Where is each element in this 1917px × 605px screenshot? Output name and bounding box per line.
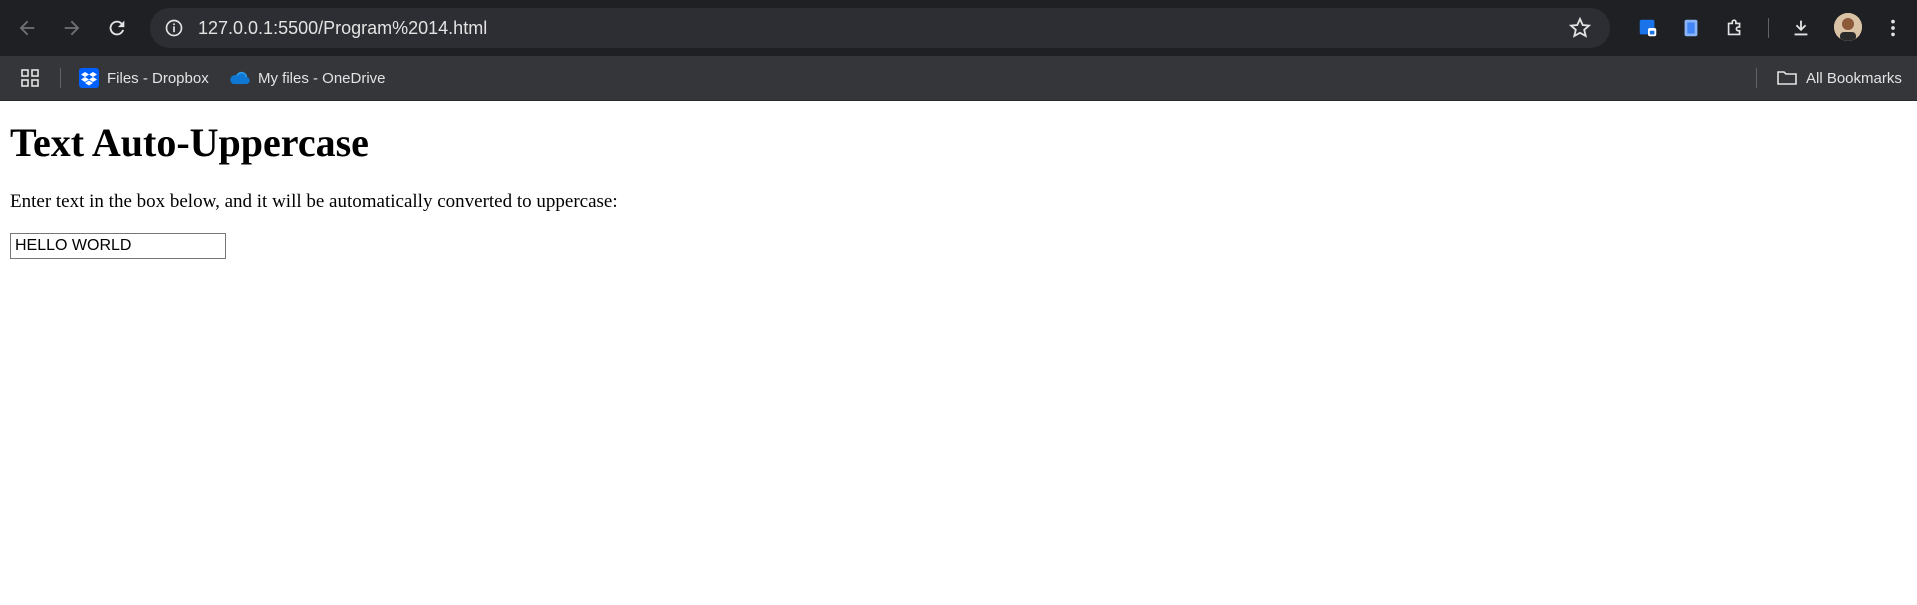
- page-content: Text Auto-Uppercase Enter text in the bo…: [0, 101, 1917, 267]
- address-bar[interactable]: 127.0.0.1:5500/Program%2014.html: [150, 8, 1610, 48]
- avatar-icon: [1834, 13, 1862, 41]
- browser-toolbar: 127.0.0.1:5500/Program%2014.html: [0, 0, 1917, 56]
- apps-grid-icon: [21, 69, 39, 87]
- apps-button[interactable]: [20, 66, 40, 90]
- kebab-menu-icon: [1891, 19, 1895, 37]
- puzzle-icon: [1727, 19, 1741, 36]
- toolbar-divider: [1768, 18, 1769, 38]
- page-description: Enter text in the box below, and it will…: [10, 191, 618, 212]
- page-title: Text Auto-Uppercase: [10, 120, 369, 165]
- bookmark-label: Files - Dropbox: [107, 69, 209, 87]
- docs-extension-button[interactable]: [1677, 14, 1705, 42]
- browser-menu-button[interactable]: [1879, 14, 1907, 42]
- arrow-left-icon: [19, 20, 35, 36]
- reload-button[interactable]: [97, 8, 137, 48]
- url-text[interactable]: 127.0.0.1:5500/Program%2014.html: [198, 18, 487, 39]
- star-icon[interactable]: [1568, 16, 1592, 40]
- bookmark-label: My files - OneDrive: [258, 69, 386, 87]
- forward-button[interactable]: [52, 8, 92, 48]
- downloads-button[interactable]: [1787, 14, 1815, 42]
- onedrive-icon: [230, 71, 250, 85]
- all-bookmarks-label: All Bookmarks: [1806, 69, 1902, 87]
- folder-icon: [1777, 71, 1797, 85]
- bitwarden-extension-button[interactable]: [1634, 14, 1662, 42]
- site-info-button[interactable]: [160, 14, 188, 42]
- bookmarks-divider: [60, 68, 61, 88]
- info-icon: [165, 19, 183, 37]
- dropbox-icon: [79, 68, 99, 88]
- bookmark-dropbox[interactable]: Files - Dropbox: [79, 66, 209, 90]
- bookmarks-bar: Files - Dropbox My files - OneDrive All …: [0, 56, 1917, 101]
- arrow-right-icon: [64, 20, 80, 36]
- back-button[interactable]: [7, 8, 47, 48]
- uppercase-text-input[interactable]: [10, 233, 226, 259]
- document-icon: [1684, 19, 1698, 37]
- extensions-button[interactable]: [1721, 14, 1749, 42]
- profile-avatar[interactable]: [1834, 13, 1862, 41]
- bookmark-onedrive[interactable]: My files - OneDrive: [228, 66, 386, 90]
- bookmarks-divider-right: [1756, 68, 1757, 88]
- download-icon: [1794, 20, 1808, 36]
- reload-icon: [109, 20, 125, 36]
- shield-lock-icon: [1639, 19, 1657, 37]
- all-bookmarks-button[interactable]: All Bookmarks: [1776, 66, 1902, 90]
